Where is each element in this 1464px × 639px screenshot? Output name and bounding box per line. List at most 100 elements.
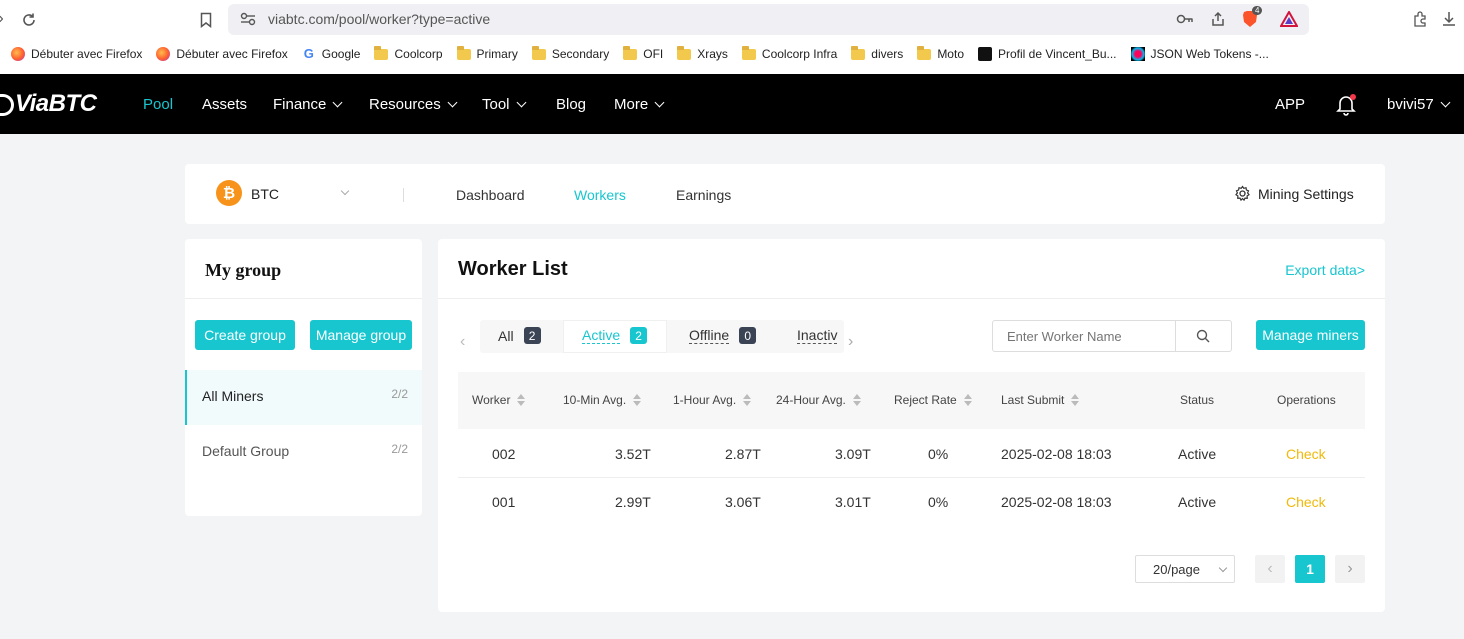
download-icon[interactable] <box>1439 9 1459 29</box>
group-title: My group <box>205 260 282 280</box>
coin-chevron-icon[interactable] <box>340 186 350 196</box>
bookmark-item[interactable]: Coolcorp <box>374 45 443 61</box>
search-icon[interactable] <box>1196 329 1210 348</box>
nav-more[interactable]: More <box>614 96 665 113</box>
bookmark-item[interactable]: Xrays <box>677 45 728 61</box>
col-operations: Operations <box>1277 393 1336 407</box>
nav-pool[interactable]: Pool <box>143 96 173 113</box>
col-last-submit[interactable]: Last Submit <box>1001 393 1080 407</box>
key-icon[interactable] <box>1176 12 1194 31</box>
tab-earnings[interactable]: Earnings <box>676 187 731 203</box>
group-item-all-miners[interactable]: All Miners 2/2 <box>185 370 422 425</box>
folder-icon <box>531 45 546 60</box>
brave-shield-icon[interactable]: 4 <box>1242 6 1263 28</box>
sort-icon <box>517 394 526 406</box>
chevron-down-icon <box>447 97 458 108</box>
check-link[interactable]: Check <box>1286 494 1326 510</box>
firefox-icon <box>11 47 25 61</box>
tab-all[interactable]: All 2 <box>498 327 541 344</box>
nav-blog[interactable]: Blog <box>556 96 586 113</box>
coin-subnav: ₿ BTC Dashboard Workers Earnings Mining … <box>185 164 1385 224</box>
bookmark-item[interactable]: OFI <box>623 45 663 61</box>
sort-icon <box>852 394 861 406</box>
export-data-link[interactable]: Export data> <box>1285 262 1365 278</box>
brave-rewards-icon[interactable] <box>1279 9 1299 32</box>
tab-workers[interactable]: Workers <box>574 187 626 203</box>
tab-active[interactable]: Active 2 <box>582 327 648 344</box>
viabtc-logo[interactable]: ViaBTC <box>0 90 97 118</box>
folder-icon <box>677 45 692 60</box>
divider <box>403 188 404 202</box>
bookmark-item[interactable]: Primary <box>456 45 518 61</box>
col-24hour[interactable]: 24-Hour Avg. <box>776 393 861 407</box>
nav-resources[interactable]: Resources <box>369 96 458 113</box>
folder-icon <box>456 45 471 60</box>
divider <box>185 298 422 299</box>
col-reject-rate[interactable]: Reject Rate <box>894 393 972 407</box>
nav-app[interactable]: APP <box>1275 96 1305 113</box>
nav-assets[interactable]: Assets <box>202 96 247 113</box>
tab-offline[interactable]: Offline 0 <box>689 327 757 344</box>
share-icon[interactable] <box>1210 11 1226 32</box>
jwt-icon <box>1130 47 1145 61</box>
tab-inactive[interactable]: Inactiv <box>797 327 839 344</box>
bookmark-item[interactable]: Moto <box>917 45 964 61</box>
tabs-scroll-right-icon[interactable]: › <box>848 333 853 351</box>
col-1hour[interactable]: 1-Hour Avg. <box>673 393 752 407</box>
chevron-down-icon <box>1218 563 1228 573</box>
bookmark-page-icon[interactable] <box>196 9 216 31</box>
address-bar[interactable]: viabtc.com/pool/worker?type=active 4 <box>228 4 1309 35</box>
mining-settings-link[interactable]: Mining Settings <box>1234 185 1354 202</box>
worker-list-title: Worker List <box>458 258 568 280</box>
bookmark-item[interactable]: Coolcorp Infra <box>741 45 837 61</box>
col-worker[interactable]: Worker <box>472 393 526 407</box>
notification-bell-icon[interactable] <box>1336 94 1356 121</box>
col-10min[interactable]: 10-Min Avg. <box>563 393 642 407</box>
bookmark-item[interactable]: divers <box>851 45 903 61</box>
create-group-button[interactable]: Create group <box>195 320 295 350</box>
tab-dashboard[interactable]: Dashboard <box>456 187 525 203</box>
manage-group-button[interactable]: Manage group <box>310 320 412 350</box>
sort-icon <box>1071 394 1080 406</box>
prev-page-button[interactable]: ‹ <box>1255 555 1285 583</box>
bookmark-item[interactable]: JSON Web Tokens -... <box>1130 47 1269 61</box>
bookmark-item[interactable]: Secondary <box>531 45 609 61</box>
next-page-button[interactable]: › <box>1335 555 1365 583</box>
folder-icon <box>741 45 756 60</box>
table-row: 001 2.99T 3.06T 3.01T 0% 2025-02-08 18:0… <box>492 494 1326 510</box>
chevron-down-icon <box>332 97 343 108</box>
col-status: Status <box>1180 393 1215 407</box>
page-size-select[interactable]: 20/page <box>1135 555 1235 583</box>
table-row: 002 3.52T 2.87T 3.09T 0% 2025-02-08 18:0… <box>492 446 1326 462</box>
browser-chrome: › viabtc.com/pool/worker?type=active 4 <box>0 0 1464 74</box>
reload-icon[interactable] <box>18 9 40 31</box>
tabs-scroll-left-icon[interactable]: ‹ <box>460 333 465 351</box>
nav-tool[interactable]: Tool <box>482 96 526 113</box>
divider <box>438 298 1385 299</box>
bookmark-item[interactable]: Débuter avec Firefox <box>156 47 288 61</box>
bookmark-item[interactable]: Profil de Vincent_Bu... <box>978 47 1117 61</box>
worker-search <box>992 320 1232 352</box>
chevron-down-icon <box>516 97 526 108</box>
nav-finance[interactable]: Finance <box>273 96 343 113</box>
bookmarks-bar: Débuter avec Firefox Débuter avec Firefox… <box>0 42 1464 66</box>
coin-selector-label[interactable]: BTC <box>251 186 279 202</box>
site-info-icon[interactable] <box>240 12 256 31</box>
manage-miners-button[interactable]: Manage miners <box>1256 320 1365 350</box>
page-1-button[interactable]: 1 <box>1295 555 1325 583</box>
bookmark-item[interactable]: Débuter avec Firefox <box>11 47 142 61</box>
url-text[interactable]: viabtc.com/pool/worker?type=active <box>268 11 490 27</box>
user-menu[interactable]: bvivi57 <box>1387 96 1451 113</box>
bookmark-item[interactable]: G Google <box>302 46 361 62</box>
worker-search-input[interactable] <box>993 321 1176 351</box>
group-item-default[interactable]: Default Group 2/2 <box>185 425 422 480</box>
folder-icon <box>851 45 866 60</box>
sort-icon <box>743 394 752 406</box>
chevron-down-icon <box>654 97 665 108</box>
check-link[interactable]: Check <box>1286 446 1326 462</box>
sort-icon <box>963 394 972 406</box>
forward-icon[interactable]: › <box>0 10 8 28</box>
google-icon: G <box>303 46 314 61</box>
extensions-icon[interactable] <box>1410 9 1430 29</box>
gear-icon <box>1235 185 1250 202</box>
